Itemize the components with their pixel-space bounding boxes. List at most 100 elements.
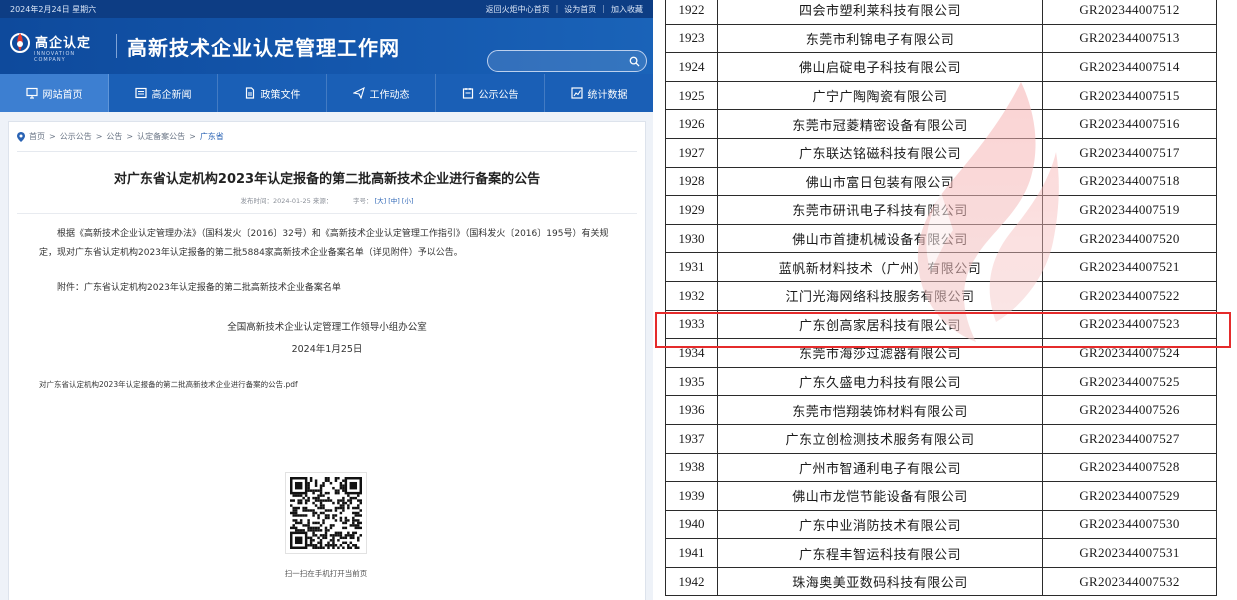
signature-date: 2024年1月25日 xyxy=(291,344,363,355)
breadcrumb-separator: > xyxy=(189,132,196,141)
certificate-code: GR202344007531 xyxy=(1043,539,1217,567)
notice-icon xyxy=(462,88,473,99)
row-number: 1924 xyxy=(665,53,718,81)
nav-label: 统计数据 xyxy=(587,89,628,101)
certificate-code: GR202344007521 xyxy=(1043,253,1217,281)
breadcrumb-filing[interactable]: 认定备案公告 xyxy=(137,131,185,142)
font-size-small[interactable]: [小] xyxy=(402,197,414,205)
breadcrumb-separator: > xyxy=(95,132,103,141)
certificate-code: GR202344007522 xyxy=(1043,281,1217,310)
certificate-code: GR202344007514 xyxy=(1043,53,1217,81)
main-nav: 网站首页 高企新闻 政策文件 工作动态 公示公告 统计数据 xyxy=(0,74,653,112)
table-row: 1936 东莞市恺翔装饰材料有限公司 GR202344007526 xyxy=(665,396,1217,425)
news-icon xyxy=(134,87,147,99)
company-name: 东莞市利锦电子有限公司 xyxy=(718,24,1043,53)
company-name: 东莞市海莎过滤器有限公司 xyxy=(718,339,1043,367)
nav-policy[interactable]: 政策文件 xyxy=(218,74,327,112)
table-row: 1927 广东联达铭磁科技有限公司 GR202344007517 xyxy=(665,138,1217,168)
company-name: 江门光海网络科技服务有限公司 xyxy=(718,281,1043,310)
nav-label: 工作动态 xyxy=(369,89,410,101)
certificate-code: GR202344007519 xyxy=(1043,196,1217,224)
company-name: 广州市智通利电子有限公司 xyxy=(718,453,1043,482)
row-number: 1938 xyxy=(665,453,718,482)
certificate-code: GR202344007512 xyxy=(1043,0,1217,24)
nav-work[interactable]: 工作动态 xyxy=(327,74,436,112)
certificate-code: GR202344007525 xyxy=(1043,367,1217,396)
article-body: 根据《高新技术企业认定管理办法》（国科发火〔2016〕32号）和《高新技术企业认… xyxy=(39,229,609,258)
row-number: 1941 xyxy=(665,539,718,567)
row-number: 1925 xyxy=(665,81,718,110)
company-name: 珠海奥美亚数码科技有限公司 xyxy=(718,567,1043,596)
company-name: 东莞市研讯电子科技有限公司 xyxy=(718,196,1043,224)
article-meta: 发布时间：2024-01-25 来源： 字号： [大] [中] [小] xyxy=(9,195,645,205)
company-name: 蓝帆新材料技术（广州）有限公司 xyxy=(718,253,1043,281)
certificate-code: GR202344007530 xyxy=(1043,510,1217,539)
certificate-code: GR202344007527 xyxy=(1043,424,1217,453)
signature-org: 全国高新技术企业认定管理工作领导小组办公室 xyxy=(227,322,427,333)
document-panel: 1922 四会市塑利莱科技有限公司 GR202344007512 1923 东莞市利锦电… xyxy=(653,0,1237,600)
qr-code-icon xyxy=(290,477,362,549)
table-row: 1941 广东程丰智运科技有限公司 GR202344007531 xyxy=(665,539,1217,568)
certificate-code: GR202344007516 xyxy=(1043,110,1217,138)
nav-label: 政策文件 xyxy=(260,89,301,101)
breadcrumb-current[interactable]: 广东省 xyxy=(200,131,224,142)
separator: | xyxy=(602,3,605,13)
search-box xyxy=(487,50,647,72)
document-icon xyxy=(245,87,254,99)
row-number: 1928 xyxy=(665,167,718,196)
paper-plane-icon xyxy=(352,87,365,99)
breadcrumb-separator: > xyxy=(126,132,134,141)
row-number: 1936 xyxy=(665,396,718,424)
table-row: 1924 佛山启碇电子科技有限公司 GR202344007514 xyxy=(665,53,1217,82)
site-logo[interactable]: 高企认定 INNOVATION COMPANY xyxy=(8,28,108,64)
table-row: 1926 东莞市冠菱精密设备有限公司 GR202344007516 xyxy=(665,110,1217,139)
company-name: 广东立创检测技术服务有限公司 xyxy=(718,424,1043,453)
row-number: 1922 xyxy=(665,0,718,24)
website-panel: 2024年2月24日 星期六 返回火炬中心首页 | 设为首页 | 加入收藏 高企… xyxy=(0,0,653,600)
nav-news[interactable]: 高企新闻 xyxy=(109,74,218,112)
table-row: 1922 四会市塑利莱科技有限公司 GR202344007512 xyxy=(665,0,1217,25)
row-number: 1937 xyxy=(665,424,718,453)
certificate-code: GR202344007524 xyxy=(1043,339,1217,367)
top-strip: 2024年2月24日 星期六 返回火炬中心首页 | 设为首页 | 加入收藏 xyxy=(0,0,653,18)
pdf-attachment-link[interactable]: 对广东省认定机构2023年认定报备的第二批高新技术企业进行备案的公告.pdf xyxy=(39,379,645,390)
qr-caption: 扫一扫在手机打开当前页 xyxy=(284,569,368,578)
certificate-code: GR202344007518 xyxy=(1043,167,1217,196)
row-number: 1927 xyxy=(665,138,718,167)
certificate-code: GR202344007532 xyxy=(1043,567,1217,596)
nav-notice[interactable]: 公示公告 xyxy=(436,74,545,112)
breadcrumb-announcements[interactable]: 公告 xyxy=(106,131,122,142)
font-size-medium[interactable]: [中] xyxy=(388,197,400,205)
font-size-label: 字号： xyxy=(353,197,373,205)
font-size-large[interactable]: [大] xyxy=(375,197,387,205)
certificate-code: GR202344007517 xyxy=(1043,138,1217,167)
row-number: 1932 xyxy=(665,281,718,310)
row-number: 1935 xyxy=(665,367,718,396)
link-torch-home[interactable]: 返回火炬中心首页 xyxy=(486,4,550,15)
company-name: 广东久盛电力科技有限公司 xyxy=(718,367,1043,396)
row-number: 1942 xyxy=(665,567,718,596)
breadcrumb-notices[interactable]: 公示公告 xyxy=(60,131,92,142)
row-number: 1923 xyxy=(665,24,718,53)
top-links: 返回火炬中心首页 | 设为首页 | 加入收藏 xyxy=(486,4,643,15)
search-input[interactable] xyxy=(498,53,622,69)
table-row: 1932 江门光海网络科技服务有限公司 GR202344007522 xyxy=(665,281,1217,311)
location-pin-icon xyxy=(17,131,25,142)
nav-label: 网站首页 xyxy=(42,89,83,101)
company-name: 佛山市富日包装有限公司 xyxy=(718,167,1043,196)
company-name: 广东联达铭磁科技有限公司 xyxy=(718,138,1043,167)
row-number: 1931 xyxy=(665,253,718,281)
nav-home[interactable]: 网站首页 xyxy=(0,74,109,112)
link-set-home[interactable]: 设为首页 xyxy=(564,4,596,15)
breadcrumb-home[interactable]: 首页 xyxy=(29,131,45,142)
attachment-text: 附件：广东省认定机构2023年认定报备的第二批高新技术企业备案名单 xyxy=(57,283,341,293)
table-row: 1937 广东立创检测技术服务有限公司 GR202344007527 xyxy=(665,424,1217,454)
table-row: 1923 东莞市利锦电子有限公司 GR202344007513 xyxy=(665,24,1217,54)
row-number: 1934 xyxy=(665,339,718,367)
row-number: 1926 xyxy=(665,110,718,138)
nav-stats[interactable]: 统计数据 xyxy=(545,74,653,112)
publish-label: 发布时间： xyxy=(240,197,274,205)
search-icon[interactable] xyxy=(629,56,640,67)
link-add-favorite[interactable]: 加入收藏 xyxy=(611,4,643,15)
company-name: 广东创高家居科技有限公司 xyxy=(718,310,1043,339)
